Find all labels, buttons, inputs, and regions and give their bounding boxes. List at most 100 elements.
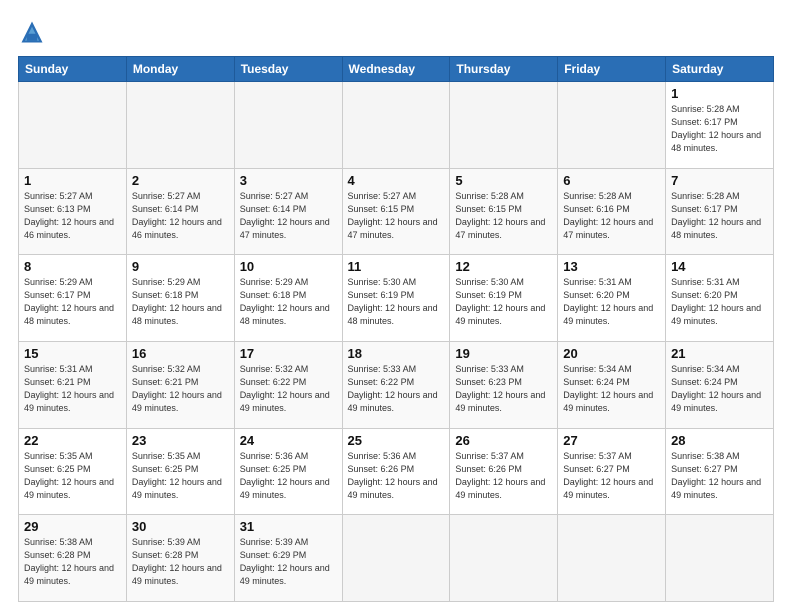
day-number: 3	[240, 173, 337, 188]
day-info: Sunrise: 5:35 AM Sunset: 6:25 PM Dayligh…	[24, 450, 121, 502]
header	[18, 18, 774, 46]
calendar-cell	[126, 82, 234, 169]
calendar-cell	[234, 82, 342, 169]
calendar-cell: 23 Sunrise: 5:35 AM Sunset: 6:25 PM Dayl…	[126, 428, 234, 515]
day-number: 9	[132, 259, 229, 274]
day-info: Sunrise: 5:28 AM Sunset: 6:17 PM Dayligh…	[671, 190, 768, 242]
week-row-3: 8 Sunrise: 5:29 AM Sunset: 6:17 PM Dayli…	[19, 255, 774, 342]
calendar-cell: 15 Sunrise: 5:31 AM Sunset: 6:21 PM Dayl…	[19, 341, 127, 428]
calendar-cell: 4 Sunrise: 5:27 AM Sunset: 6:15 PM Dayli…	[342, 168, 450, 255]
day-number: 15	[24, 346, 121, 361]
day-info: Sunrise: 5:38 AM Sunset: 6:27 PM Dayligh…	[671, 450, 768, 502]
day-header-saturday: Saturday	[666, 57, 774, 82]
calendar-cell	[558, 82, 666, 169]
calendar-cell	[342, 515, 450, 602]
week-row-1: 1 Sunrise: 5:28 AM Sunset: 6:17 PM Dayli…	[19, 82, 774, 169]
calendar-cell: 1 Sunrise: 5:27 AM Sunset: 6:13 PM Dayli…	[19, 168, 127, 255]
week-row-5: 22 Sunrise: 5:35 AM Sunset: 6:25 PM Dayl…	[19, 428, 774, 515]
calendar-cell: 9 Sunrise: 5:29 AM Sunset: 6:18 PM Dayli…	[126, 255, 234, 342]
day-number: 13	[563, 259, 660, 274]
calendar-cell	[19, 82, 127, 169]
day-info: Sunrise: 5:37 AM Sunset: 6:27 PM Dayligh…	[563, 450, 660, 502]
day-number: 18	[348, 346, 445, 361]
calendar-cell	[342, 82, 450, 169]
day-info: Sunrise: 5:35 AM Sunset: 6:25 PM Dayligh…	[132, 450, 229, 502]
day-number: 19	[455, 346, 552, 361]
calendar-cell: 28 Sunrise: 5:38 AM Sunset: 6:27 PM Dayl…	[666, 428, 774, 515]
day-info: Sunrise: 5:32 AM Sunset: 6:21 PM Dayligh…	[132, 363, 229, 415]
day-number: 8	[24, 259, 121, 274]
calendar-cell: 14 Sunrise: 5:31 AM Sunset: 6:20 PM Dayl…	[666, 255, 774, 342]
calendar-cell: 1 Sunrise: 5:28 AM Sunset: 6:17 PM Dayli…	[666, 82, 774, 169]
calendar-cell	[450, 515, 558, 602]
day-number: 17	[240, 346, 337, 361]
day-info: Sunrise: 5:39 AM Sunset: 6:28 PM Dayligh…	[132, 536, 229, 588]
day-info: Sunrise: 5:30 AM Sunset: 6:19 PM Dayligh…	[455, 276, 552, 328]
day-info: Sunrise: 5:31 AM Sunset: 6:21 PM Dayligh…	[24, 363, 121, 415]
day-info: Sunrise: 5:27 AM Sunset: 6:13 PM Dayligh…	[24, 190, 121, 242]
calendar-cell: 31 Sunrise: 5:39 AM Sunset: 6:29 PM Dayl…	[234, 515, 342, 602]
calendar-cell: 24 Sunrise: 5:36 AM Sunset: 6:25 PM Dayl…	[234, 428, 342, 515]
calendar-header: SundayMondayTuesdayWednesdayThursdayFrid…	[19, 57, 774, 82]
day-number: 2	[132, 173, 229, 188]
week-row-2: 1 Sunrise: 5:27 AM Sunset: 6:13 PM Dayli…	[19, 168, 774, 255]
calendar-cell: 11 Sunrise: 5:30 AM Sunset: 6:19 PM Dayl…	[342, 255, 450, 342]
day-number: 1	[671, 86, 768, 101]
day-info: Sunrise: 5:33 AM Sunset: 6:22 PM Dayligh…	[348, 363, 445, 415]
day-number: 30	[132, 519, 229, 534]
day-number: 25	[348, 433, 445, 448]
day-number: 7	[671, 173, 768, 188]
calendar: SundayMondayTuesdayWednesdayThursdayFrid…	[18, 56, 774, 602]
day-number: 10	[240, 259, 337, 274]
day-info: Sunrise: 5:31 AM Sunset: 6:20 PM Dayligh…	[563, 276, 660, 328]
day-info: Sunrise: 5:34 AM Sunset: 6:24 PM Dayligh…	[563, 363, 660, 415]
day-info: Sunrise: 5:31 AM Sunset: 6:20 PM Dayligh…	[671, 276, 768, 328]
calendar-cell: 3 Sunrise: 5:27 AM Sunset: 6:14 PM Dayli…	[234, 168, 342, 255]
day-info: Sunrise: 5:29 AM Sunset: 6:17 PM Dayligh…	[24, 276, 121, 328]
day-info: Sunrise: 5:30 AM Sunset: 6:19 PM Dayligh…	[348, 276, 445, 328]
day-info: Sunrise: 5:36 AM Sunset: 6:25 PM Dayligh…	[240, 450, 337, 502]
day-number: 16	[132, 346, 229, 361]
day-number: 22	[24, 433, 121, 448]
calendar-cell: 22 Sunrise: 5:35 AM Sunset: 6:25 PM Dayl…	[19, 428, 127, 515]
day-number: 27	[563, 433, 660, 448]
page: SundayMondayTuesdayWednesdayThursdayFrid…	[0, 0, 792, 612]
calendar-cell: 25 Sunrise: 5:36 AM Sunset: 6:26 PM Dayl…	[342, 428, 450, 515]
calendar-cell: 13 Sunrise: 5:31 AM Sunset: 6:20 PM Dayl…	[558, 255, 666, 342]
calendar-cell: 10 Sunrise: 5:29 AM Sunset: 6:18 PM Dayl…	[234, 255, 342, 342]
calendar-cell: 26 Sunrise: 5:37 AM Sunset: 6:26 PM Dayl…	[450, 428, 558, 515]
calendar-body: 1 Sunrise: 5:28 AM Sunset: 6:17 PM Dayli…	[19, 82, 774, 602]
day-number: 29	[24, 519, 121, 534]
week-row-4: 15 Sunrise: 5:31 AM Sunset: 6:21 PM Dayl…	[19, 341, 774, 428]
calendar-cell: 21 Sunrise: 5:34 AM Sunset: 6:24 PM Dayl…	[666, 341, 774, 428]
calendar-cell: 5 Sunrise: 5:28 AM Sunset: 6:15 PM Dayli…	[450, 168, 558, 255]
day-info: Sunrise: 5:34 AM Sunset: 6:24 PM Dayligh…	[671, 363, 768, 415]
day-header-friday: Friday	[558, 57, 666, 82]
day-info: Sunrise: 5:28 AM Sunset: 6:15 PM Dayligh…	[455, 190, 552, 242]
day-number: 31	[240, 519, 337, 534]
day-header-monday: Monday	[126, 57, 234, 82]
day-header-thursday: Thursday	[450, 57, 558, 82]
day-number: 20	[563, 346, 660, 361]
calendar-cell: 6 Sunrise: 5:28 AM Sunset: 6:16 PM Dayli…	[558, 168, 666, 255]
day-info: Sunrise: 5:29 AM Sunset: 6:18 PM Dayligh…	[240, 276, 337, 328]
calendar-cell: 29 Sunrise: 5:38 AM Sunset: 6:28 PM Dayl…	[19, 515, 127, 602]
day-info: Sunrise: 5:29 AM Sunset: 6:18 PM Dayligh…	[132, 276, 229, 328]
day-number: 5	[455, 173, 552, 188]
day-number: 24	[240, 433, 337, 448]
day-info: Sunrise: 5:27 AM Sunset: 6:14 PM Dayligh…	[132, 190, 229, 242]
day-number: 26	[455, 433, 552, 448]
day-info: Sunrise: 5:27 AM Sunset: 6:15 PM Dayligh…	[348, 190, 445, 242]
day-info: Sunrise: 5:39 AM Sunset: 6:29 PM Dayligh…	[240, 536, 337, 588]
calendar-cell: 27 Sunrise: 5:37 AM Sunset: 6:27 PM Dayl…	[558, 428, 666, 515]
day-number: 4	[348, 173, 445, 188]
days-header-row: SundayMondayTuesdayWednesdayThursdayFrid…	[19, 57, 774, 82]
calendar-cell	[666, 515, 774, 602]
day-info: Sunrise: 5:32 AM Sunset: 6:22 PM Dayligh…	[240, 363, 337, 415]
calendar-cell: 12 Sunrise: 5:30 AM Sunset: 6:19 PM Dayl…	[450, 255, 558, 342]
day-number: 23	[132, 433, 229, 448]
calendar-cell: 7 Sunrise: 5:28 AM Sunset: 6:17 PM Dayli…	[666, 168, 774, 255]
day-number: 6	[563, 173, 660, 188]
calendar-cell: 16 Sunrise: 5:32 AM Sunset: 6:21 PM Dayl…	[126, 341, 234, 428]
day-info: Sunrise: 5:38 AM Sunset: 6:28 PM Dayligh…	[24, 536, 121, 588]
